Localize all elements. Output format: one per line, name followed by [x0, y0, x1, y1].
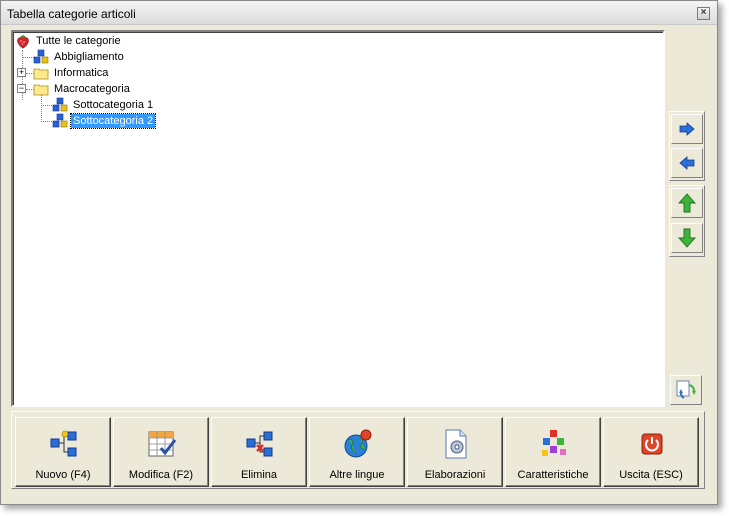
tree-node-label: Tutte le categorie: [36, 35, 121, 47]
edit-button[interactable]: Modifica (F2): [113, 417, 209, 487]
strawberry-icon: [15, 33, 31, 49]
window-title: Tabella categorie articoli: [7, 7, 136, 21]
delete-button[interactable]: Elimina: [211, 417, 307, 487]
tree-node-macrocategoria[interactable]: Macrocategoria: [33, 81, 132, 97]
arrow-up-green-icon: [678, 193, 696, 213]
features-button[interactable]: Caratteristiche: [505, 417, 601, 487]
edit-grid-icon: [148, 431, 177, 457]
other-languages-button[interactable]: Altre lingue: [309, 417, 405, 487]
plus-icon: +: [18, 67, 25, 77]
edit-button-label: Modifica (F2): [128, 469, 194, 481]
new-button[interactable]: Nuovo (F4): [15, 417, 111, 487]
title-bar[interactable]: Tabella categorie articoli ×: [1, 1, 717, 25]
minus-icon: −: [18, 83, 25, 93]
category-cubes-icon: [33, 49, 49, 65]
tree-node-label: Informatica: [54, 67, 109, 79]
category-tree[interactable]: Tutte le categorie Abbigliamento + Infor…: [11, 30, 665, 407]
folder-icon: [33, 81, 49, 97]
category-table-window: Tabella categorie articoli × Tutte le ca…: [0, 0, 718, 505]
side-group-indent: [669, 111, 705, 181]
other-languages-label: Altre lingue: [329, 469, 385, 481]
arrow-left-blue-icon: [679, 156, 695, 170]
globe-icon: [344, 429, 372, 458]
tree-node-sottocategoria-1[interactable]: Sottocategoria 1: [52, 97, 155, 113]
close-icon: ×: [700, 7, 707, 18]
delete-button-label: Elimina: [240, 469, 278, 481]
tree-node-label: Macrocategoria: [54, 83, 130, 95]
features-label: Caratteristiche: [517, 469, 589, 481]
arrow-down-green-icon: [678, 228, 696, 248]
document-gear-icon: [445, 429, 467, 459]
move-down-button[interactable]: [671, 223, 703, 253]
new-category-icon: [50, 430, 77, 457]
tree-line: [41, 94, 42, 120]
delete-category-icon: [246, 431, 273, 457]
collapse-toggle[interactable]: −: [17, 84, 26, 93]
exit-button-label: Uscita (ESC): [619, 469, 683, 481]
move-left-button[interactable]: [671, 148, 703, 178]
tree-node-label-selected: Sottocategoria 2: [69, 113, 157, 129]
processing-button[interactable]: Elaborazioni: [407, 417, 503, 487]
features-cubes-icon: [542, 430, 566, 456]
refresh-icon: [676, 380, 696, 399]
tree-node-root[interactable]: Tutte le categorie: [15, 33, 123, 49]
arrow-right-blue-icon: [679, 122, 695, 136]
category-cubes-icon: [52, 97, 68, 113]
close-button[interactable]: ×: [697, 7, 710, 20]
exit-button[interactable]: Uscita (ESC): [603, 417, 699, 487]
move-right-button[interactable]: [671, 114, 703, 144]
tree-node-abbigliamento[interactable]: Abbigliamento: [33, 49, 126, 65]
power-icon: [641, 433, 663, 455]
category-cubes-icon: [52, 113, 68, 129]
new-button-label: Nuovo (F4): [35, 469, 91, 481]
tree-node-informatica[interactable]: Informatica: [33, 65, 110, 81]
tree-node-label: Abbigliamento: [54, 51, 124, 63]
tree-node-sottocategoria-2[interactable]: Sottocategoria 2: [52, 113, 157, 129]
side-group-order: [669, 185, 705, 257]
action-toolbar: Nuovo (F4) Modifica (F2) Elimina Altre l…: [11, 411, 705, 489]
folder-icon: [33, 65, 49, 81]
expand-toggle[interactable]: +: [17, 68, 26, 77]
refresh-tree-button[interactable]: [670, 375, 702, 405]
processing-label: Elaborazioni: [424, 469, 486, 481]
tree-node-label: Sottocategoria 1: [73, 99, 154, 111]
move-up-button[interactable]: [671, 188, 703, 218]
